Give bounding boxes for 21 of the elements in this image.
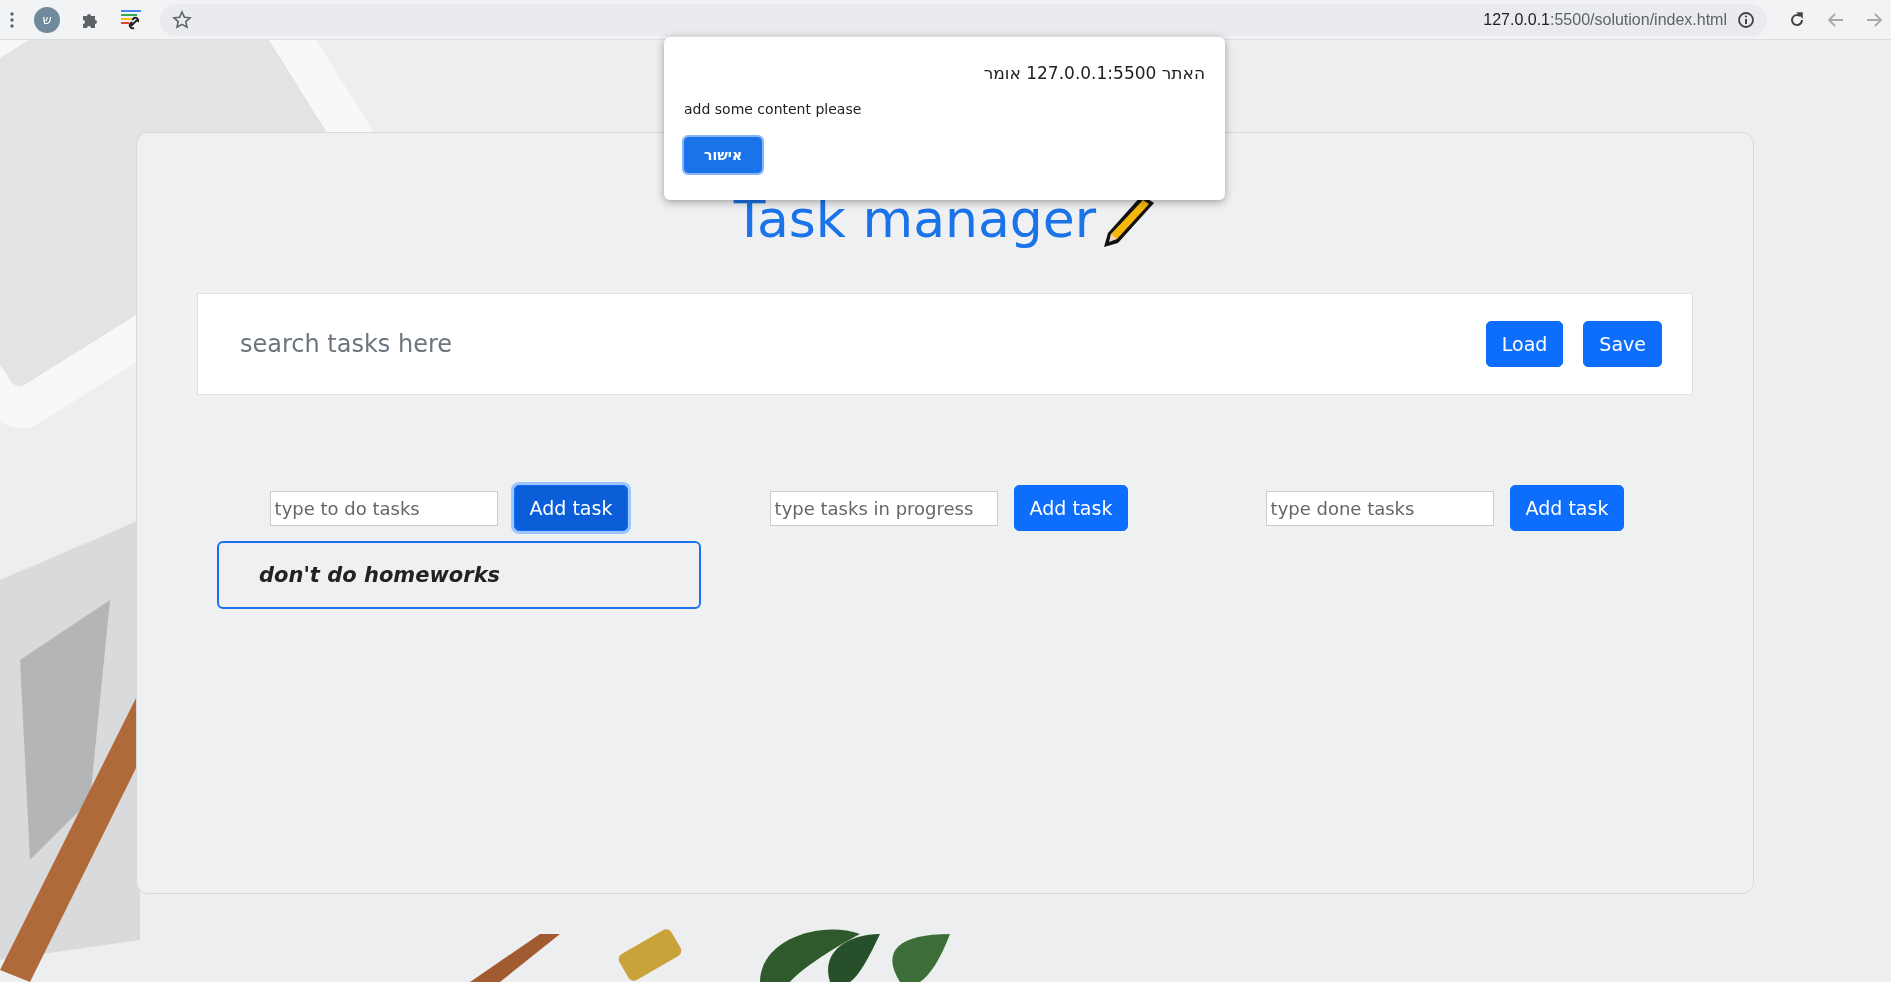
task-input[interactable]: type to do tasks [269, 490, 498, 526]
task-input[interactable]: type tasks in progress [769, 490, 998, 526]
address-bar[interactable]: 127.0.0.1:5500/solution/index.html [160, 3, 1767, 36]
app-title: Task manager [733, 189, 1097, 249]
star-icon[interactable] [172, 9, 192, 30]
add-task-button[interactable]: Add task [1013, 485, 1129, 531]
add-task-button[interactable]: Add task [513, 485, 629, 531]
search-field[interactable]: search tasks here [238, 329, 1466, 359]
more-icon[interactable] [10, 11, 14, 28]
toolbar-button[interactable]: Load [1485, 321, 1564, 367]
task-card: don't do homeworks [217, 541, 701, 609]
task-input[interactable]: type done tasks [1265, 490, 1494, 526]
ok-button[interactable]: אישור [684, 137, 763, 173]
toolbar-button[interactable]: Save [1583, 321, 1662, 367]
add-task-button[interactable]: Add task [1509, 485, 1625, 531]
dialog-title: האתר 127.0.0.1:5500 אומר [982, 63, 1205, 83]
dialog-message: add some content please [684, 101, 863, 117]
link-list-icon[interactable] [120, 8, 144, 31]
url-text: 127.0.0.1:5500/solution/index.html [1483, 10, 1727, 29]
info-icon[interactable] [1737, 10, 1755, 29]
profile-avatar[interactable]: ש [34, 6, 60, 33]
